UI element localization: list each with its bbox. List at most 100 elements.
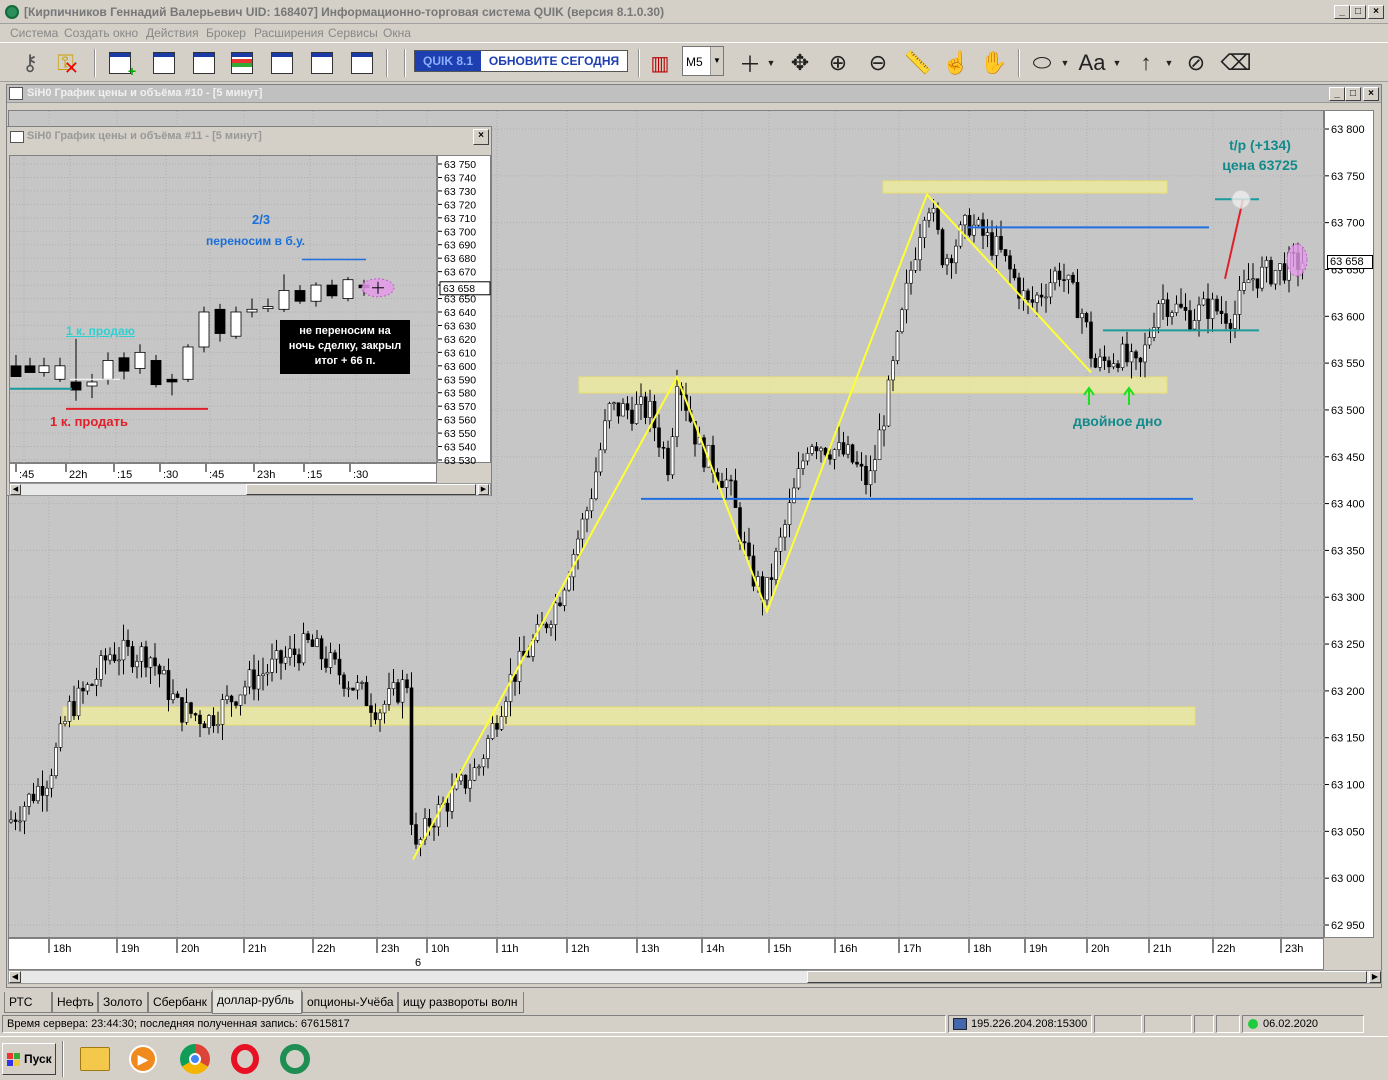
close-icon[interactable]: × <box>1368 5 1384 19</box>
menu-actions[interactable]: Действия <box>146 26 199 40</box>
price-tick-label: 63 560 <box>444 415 476 427</box>
hide-objects-icon[interactable]: ⊘ <box>1180 47 1212 79</box>
eraser-icon[interactable]: ⌫ <box>1220 47 1252 79</box>
main-price-axis[interactable]: 63 800 63 750 63 700 63 650 63 600 63 550 63 5… <box>1324 110 1374 938</box>
time-tick-label: 22h <box>317 943 335 955</box>
ruler-icon[interactable]: 📏 <box>902 47 934 79</box>
scroll-left-icon[interactable]: ◀ <box>9 971 21 983</box>
tab-gold[interactable]: Золото <box>98 992 148 1013</box>
chart-settings-icon[interactable]: ▥ <box>644 47 676 79</box>
candle-body <box>38 365 50 373</box>
menu-extensions[interactable]: Расширения <box>254 26 324 40</box>
chrome-icon[interactable] <box>172 1041 218 1077</box>
menu-windows[interactable]: Окна <box>383 26 411 40</box>
sub-chart-area[interactable]: 2/3 переносим в б.у. 1 к. продаю 1 к. пр… <box>9 155 438 464</box>
sub-scroll-right-icon[interactable]: ▶ <box>478 484 489 495</box>
search-window-icon[interactable] <box>306 47 338 79</box>
two-thirds-annotation: 2/3 <box>252 212 271 227</box>
chevron-down-icon[interactable]: ▼ <box>710 47 723 75</box>
time-tick-label: 20h <box>1091 943 1109 955</box>
tab-rts[interactable]: РТС <box>4 992 52 1013</box>
main-horizontal-scrollbar[interactable]: ◀ ▶ <box>8 970 1382 984</box>
main-time-axis[interactable]: 18h 19h 20h 21h 22h 23h 10h 11h 12h 13h 14h 15h 16h 1… <box>8 938 1324 970</box>
zoom-in-icon[interactable]: ⊕ <box>822 47 854 79</box>
candle-body <box>9 819 13 823</box>
maximize-icon[interactable]: □ <box>1350 5 1366 19</box>
tab-wave-reversals[interactable]: ищу развороты волн <box>398 992 524 1013</box>
sub-scroll-thumb[interactable] <box>246 484 476 495</box>
candle-body <box>1228 323 1233 329</box>
minimize-icon[interactable]: _ <box>1334 5 1350 19</box>
ellipse-dropdown-icon[interactable]: ▼ <box>1058 47 1072 79</box>
support-zone <box>882 180 1168 194</box>
sub-price-axis[interactable]: 63 750 63 740 63 730 63 720 63 710 63 700 63 6… <box>437 155 491 464</box>
candle-body <box>828 454 832 460</box>
pan-hand-icon[interactable]: ✋ <box>978 47 1010 79</box>
opera-icon[interactable] <box>222 1041 268 1077</box>
tab-sberbank[interactable]: Сбербанк <box>148 992 212 1013</box>
tab-options-study[interactable]: опционы-Учёба <box>302 992 398 1013</box>
arrow-up-icon[interactable]: ↑ <box>1130 47 1162 79</box>
sub-scroll-left-icon[interactable]: ◀ <box>10 484 21 495</box>
sub-horizontal-scrollbar[interactable]: ◀ ▶ <box>9 483 491 496</box>
main-maximize-icon[interactable]: □ <box>1345 87 1361 101</box>
time-tick-label: 23h <box>381 943 399 955</box>
timeframe-select[interactable]: M5 ▼ <box>682 46 724 76</box>
time-tick-label: 23h <box>1285 943 1303 955</box>
text-dropdown-icon[interactable]: ▼ <box>1110 47 1124 79</box>
main-close-icon[interactable]: × <box>1363 87 1379 101</box>
price-tick-label: 63 710 <box>444 213 476 225</box>
candle-body <box>1066 274 1071 280</box>
menu-services[interactable]: Сервисы <box>328 26 378 40</box>
close-table-icon[interactable] <box>346 47 378 79</box>
price-tick-label: 63 800 <box>1331 124 1365 136</box>
sub-time-axis[interactable]: :45 22h:15:30:45 23h:15:30 <box>9 463 437 483</box>
scroll-thumb[interactable] <box>807 971 1367 983</box>
move-icon[interactable]: ✥ <box>784 47 816 79</box>
candle-body <box>1278 263 1282 271</box>
price-tick-label: 63 740 <box>444 172 476 184</box>
update-badge[interactable]: QUIK 8.1 ОБНОВИТЕ СЕГОДНЯ <box>414 50 628 72</box>
deals-window-icon[interactable] <box>266 47 298 79</box>
key-icon[interactable]: ⚷ <box>14 47 46 79</box>
menu-create-window[interactable]: Создать окно <box>64 26 138 40</box>
candle-body <box>139 646 144 662</box>
crosshair-icon[interactable]: ＋ <box>734 47 766 79</box>
arrow-dropdown-icon[interactable]: ▼ <box>1162 47 1176 79</box>
file-explorer-icon[interactable] <box>72 1041 118 1077</box>
quotes-window-icon[interactable] <box>226 47 258 79</box>
crosshair-dropdown-icon[interactable]: ▼ <box>764 47 778 79</box>
text-tool-icon[interactable]: Aa <box>1076 47 1108 79</box>
start-button[interactable]: Пуск <box>2 1043 56 1075</box>
candle-body <box>747 542 751 557</box>
candle-body <box>134 351 146 369</box>
candle-body <box>10 365 22 377</box>
chart-window-icon[interactable] <box>148 47 180 79</box>
key-disconnect-icon[interactable]: ⚿ ✕ <box>52 47 84 79</box>
menu-broker[interactable]: Брокер <box>206 26 246 40</box>
sub-close-icon[interactable]: × <box>473 129 489 145</box>
zoom-out-icon[interactable]: ⊖ <box>862 47 894 79</box>
price-tick-label: 63 350 <box>1331 545 1365 557</box>
candle-body <box>230 311 242 337</box>
candle-body <box>877 429 882 460</box>
candle-body <box>724 479 729 488</box>
candle-body <box>1260 266 1264 289</box>
ellipse-icon[interactable]: ⬭ <box>1026 47 1058 79</box>
pointer-hand-icon[interactable]: ☝ <box>940 47 972 79</box>
candle-body <box>954 245 958 264</box>
scatter-window-icon[interactable] <box>188 47 220 79</box>
price-tick-label: 63 670 <box>444 267 476 279</box>
tab-dollar-ruble[interactable]: доллар-рубль <box>212 990 302 1014</box>
main-minimize-icon[interactable]: _ <box>1329 87 1345 101</box>
media-player-icon[interactable]: ▶ <box>120 1041 166 1077</box>
candle-body <box>326 284 338 297</box>
quik-taskbar-icon[interactable] <box>272 1041 318 1077</box>
candle-body <box>13 819 18 822</box>
menu-system[interactable]: Система <box>10 26 58 40</box>
new-table-icon[interactable]: + <box>104 47 136 79</box>
candle-body <box>1143 344 1147 363</box>
candle-body <box>670 436 675 476</box>
tab-oil[interactable]: Нефть <box>52 992 98 1013</box>
scroll-right-icon[interactable]: ▶ <box>1369 971 1381 983</box>
